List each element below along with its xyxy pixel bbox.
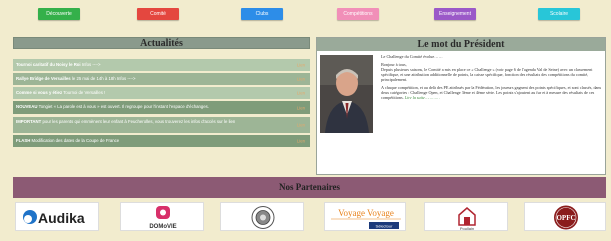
- nav-competitions-button[interactable]: Compétitions: [337, 8, 379, 20]
- news-row-text: Modification des dates de la Coupe de Fr…: [31, 138, 120, 143]
- audika-logo[interactable]: Audika: [15, 202, 99, 231]
- news-row-link[interactable]: Lien: [297, 76, 305, 82]
- selectour-logo-text: Sélectour: [376, 224, 394, 229]
- news-row: Comme si vous y étiez Tournoi de Versail…: [13, 87, 310, 99]
- opfc-logo[interactable]: OPFC: [524, 202, 606, 231]
- news-row-text: Tournoi de Versailles !: [63, 90, 106, 95]
- nav-scolaire-button[interactable]: Scolaire: [538, 8, 580, 20]
- news-row-link[interactable]: Lien: [297, 105, 305, 111]
- news-row: Tournoi caritatif du Noisy le Roi Infos …: [13, 59, 310, 71]
- president-title: Le mot du Président: [317, 38, 605, 51]
- domovie-logo-text: DOMoVIE: [149, 224, 176, 230]
- news-row: Rallye Bridge de Versailles le 25 mai de…: [13, 73, 310, 85]
- top-nav: Découverte Comité Clubs Compétitions Ens…: [0, 8, 611, 22]
- voyage-voyage-logo[interactable]: Voyage Voyage Sélectour: [324, 202, 406, 231]
- news-row: IMPORTANT pour les parents qui emmènent …: [13, 117, 310, 133]
- news-row-text: pour les parents qui emmènent leur enfan…: [42, 119, 236, 124]
- actualites-title: Actualités: [13, 37, 310, 49]
- nav-clubs-button[interactable]: Clubs: [241, 8, 283, 20]
- news-row-link[interactable]: Lien: [297, 138, 305, 144]
- news-row-lead: Rallye Bridge de Versailles: [16, 76, 71, 81]
- news-row-link[interactable]: Lien: [297, 90, 305, 96]
- news-row-text: Infos ---->: [81, 62, 101, 67]
- news-row-lead: FLASH: [16, 138, 31, 143]
- news-row-link[interactable]: Lien: [297, 122, 305, 128]
- nav-comite-button[interactable]: Comité: [137, 8, 179, 20]
- president-text: Le Challenge du Comité évolue…… Bonjour …: [381, 54, 603, 103]
- president-photo: [320, 55, 373, 133]
- nav-decouverte-button[interactable]: Découverte: [38, 8, 80, 20]
- president-intro: Le Challenge du Comité évolue……: [381, 54, 443, 59]
- news-row-lead: NOUVEAU: [16, 104, 38, 109]
- news-row-text: le 25 mai de 14h à 18h Infos ---->: [71, 76, 136, 81]
- news-row-lead: IMPORTANT: [16, 119, 42, 124]
- poullain-logo[interactable]: Poullain: [424, 202, 508, 231]
- news-row-text: Tongiet « La parole est à vous » est ouv…: [38, 104, 210, 109]
- president-paragraph-2: A chaque compétition, et au delà des PE …: [381, 85, 603, 100]
- partners-title: Nos Partenaires: [13, 177, 606, 198]
- voyage-voyage-logo-text: Voyage Voyage: [338, 208, 394, 218]
- audika-logo-text: Audika: [38, 210, 85, 226]
- opfc-logo-text: OPFC: [556, 214, 575, 222]
- poullain-logo-text: Poullain: [460, 226, 474, 231]
- president-paragraph-1: Depuis plusieurs saisons, le Comité a mi…: [381, 67, 593, 82]
- news-row-lead: Comme si vous y étiez: [16, 90, 63, 95]
- news-row-lead: Tournoi caritatif du Noisy le Roi: [16, 62, 81, 67]
- president-panel: Le mot du Président Le Challenge du Comi…: [316, 37, 606, 175]
- read-more-link[interactable]: Lire la suite…………: [405, 95, 440, 100]
- nav-enseignement-button[interactable]: Enseignement: [434, 8, 476, 20]
- news-row: FLASH Modification des dates de la Coupe…: [13, 135, 310, 147]
- news-row: NOUVEAU Tongiet « La parole est à vous »…: [13, 101, 310, 114]
- domovie-logo[interactable]: DOMoVIE: [120, 202, 204, 231]
- actualites-panel: Actualités Tournoi caritatif du Noisy le…: [13, 37, 310, 175]
- seal-logo[interactable]: [220, 202, 304, 231]
- news-row-link[interactable]: Lien: [297, 62, 305, 68]
